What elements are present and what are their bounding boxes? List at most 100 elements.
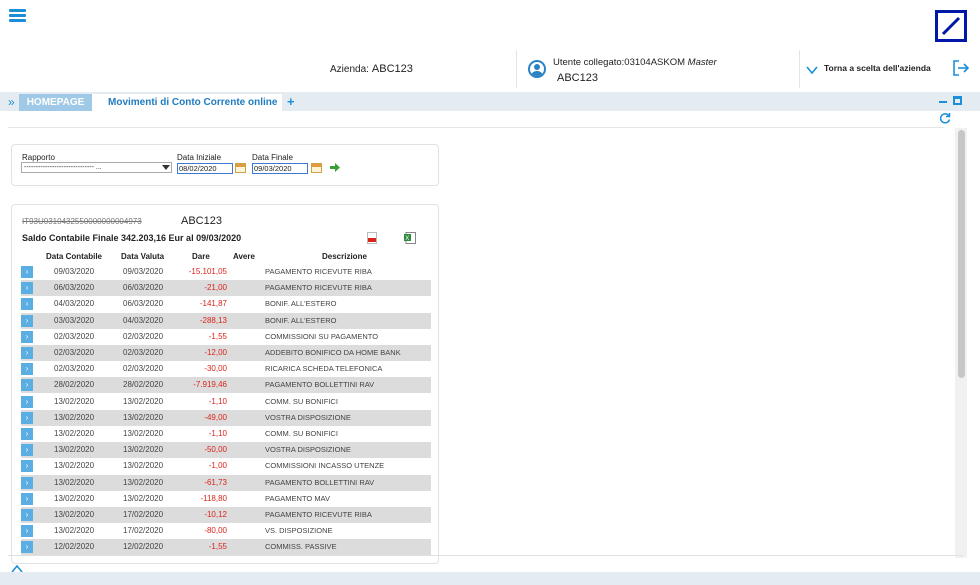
col-header-avere[interactable]: Avere xyxy=(233,252,255,261)
scrollbar-thumb[interactable] xyxy=(958,130,965,378)
dare-cell: -80,00 xyxy=(204,526,227,536)
row-expand-icon[interactable]: › xyxy=(21,266,33,278)
logout-icon[interactable] xyxy=(953,60,970,76)
table-row[interactable]: › 13/02/2020 13/02/2020 -118,80 PAGAMENTO MA… xyxy=(21,491,431,507)
col-header-data-valuta[interactable]: Data Valuta xyxy=(121,252,164,261)
calendar-icon[interactable] xyxy=(235,163,246,173)
azienda-info: Azienda: ABC123 xyxy=(330,63,413,75)
refresh-icon[interactable] xyxy=(939,112,951,126)
dare-cell: -10,12 xyxy=(204,510,227,519)
row-expand-icon[interactable]: › xyxy=(21,379,33,392)
user-avatar-icon xyxy=(528,60,546,78)
row-expand-icon[interactable]: › xyxy=(21,363,33,376)
table-row[interactable]: › 13/02/2020 13/02/2020 -49,00 VOSTRA DISPOS… xyxy=(21,409,431,426)
table-row[interactable]: › 09/03/2020 09/03/2020 -15.101,05 PAGAMENTO… xyxy=(21,264,431,280)
table-row[interactable]: › 13/02/2020 13/02/2020 -61,73 PAGAMENTO BOL… xyxy=(21,474,431,491)
data-contabile-cell: 06/03/2020 xyxy=(54,283,95,293)
row-expand-icon[interactable]: › xyxy=(21,298,33,311)
table-row[interactable]: › 28/02/2020 28/02/2020 -7.919,46 PAGAMENTO … xyxy=(21,377,431,394)
row-expand-icon[interactable]: › xyxy=(21,492,33,505)
table-row[interactable]: › 13/02/2020 13/02/2020 -1,10 COMM. SU BONIF… xyxy=(21,394,431,410)
user-label: Utente collegato:03104ASKOM xyxy=(553,57,686,68)
search-go-icon[interactable] xyxy=(330,163,340,175)
torna-azienda-link[interactable]: Torna a scelta dell'azienda xyxy=(824,63,931,73)
data-valuta-cell: 06/03/2020 xyxy=(123,299,164,309)
data-valuta-cell: 13/02/2020 xyxy=(123,493,164,503)
descrizione-cell: VOSTRA DISPOSIZIONE xyxy=(265,412,351,422)
data-finale-input[interactable]: 09/03/2020 xyxy=(252,163,308,174)
data-contabile-cell: 04/03/2020 xyxy=(54,299,95,309)
header-separator xyxy=(516,50,517,88)
descrizione-cell: PAGAMENTO RICEVUTE RIBA xyxy=(265,283,372,293)
col-header-data-contabile[interactable]: Data Contabile xyxy=(46,252,102,261)
descrizione-cell: COMMISSIONI INCASSO UTENZE xyxy=(265,461,385,471)
table-row[interactable]: › 13/02/2020 17/02/2020 -80,00 VS. DISPOSIZI… xyxy=(21,523,431,539)
descrizione-cell: BONIF. ALL'ESTERO xyxy=(265,299,337,309)
table-row[interactable]: › 13/02/2020 13/02/2020 -1,10 COMM. SU BONIF… xyxy=(21,426,431,442)
data-contabile-cell: 02/03/2020 xyxy=(54,364,95,374)
table-row[interactable]: › 04/03/2020 06/03/2020 -141,87 BONIF. ALL'E… xyxy=(21,296,431,312)
chevron-down-icon[interactable] xyxy=(806,62,818,75)
tab-movimenti[interactable]: Movimenti di Conto Corrente online xyxy=(92,94,282,111)
descrizione-cell: VOSTRA DISPOSIZIONE xyxy=(265,445,351,455)
table-row[interactable]: › 13/02/2020 13/02/2020 -1,00 COMMISSIONI IN… xyxy=(21,458,431,474)
pdf-export-icon[interactable] xyxy=(367,231,377,244)
maximize-icon[interactable] xyxy=(953,96,962,105)
data-valuta-cell: 09/03/2020 xyxy=(123,267,164,276)
dare-cell: -7.919,46 xyxy=(193,380,227,390)
account-name: ABC123 xyxy=(181,215,222,227)
table-row[interactable]: › 06/03/2020 06/03/2020 -21,00 PAGAMENTO RIC… xyxy=(21,280,431,297)
data-valuta-cell: 13/02/2020 xyxy=(123,429,164,438)
table-row[interactable]: › 03/03/2020 04/03/2020 -288,13 BONIF. ALL'E… xyxy=(21,312,431,329)
row-expand-icon[interactable]: › xyxy=(21,330,33,343)
dare-cell: -1,10 xyxy=(208,396,227,406)
row-expand-icon[interactable]: › xyxy=(21,541,33,554)
table-row[interactable]: › 12/02/2020 12/02/2020 -1,55 COMMISS. PASSI… xyxy=(21,539,431,556)
col-header-descrizione[interactable]: Descrizione xyxy=(322,252,367,261)
data-valuta-cell: 17/02/2020 xyxy=(123,510,164,519)
minimize-icon[interactable] xyxy=(939,101,947,103)
dare-cell: -141,87 xyxy=(199,299,227,309)
data-contabile-cell: 13/02/2020 xyxy=(54,445,95,455)
row-expand-icon[interactable]: › xyxy=(21,411,33,424)
row-expand-icon[interactable]: › xyxy=(21,282,33,295)
row-expand-icon[interactable]: › xyxy=(21,460,33,473)
table-row[interactable]: › 02/03/2020 02/03/2020 -30,00 RICARICA SCHE… xyxy=(21,361,431,377)
row-expand-icon[interactable]: › xyxy=(21,395,33,408)
data-valuta-cell: 17/02/2020 xyxy=(123,526,164,536)
data-iniziale-label: Data Iniziale xyxy=(177,153,222,162)
data-contabile-cell: 13/02/2020 xyxy=(54,396,95,406)
row-expand-icon[interactable]: › xyxy=(21,476,33,489)
tab-homepage[interactable]: HOMEPAGE xyxy=(19,94,92,111)
row-expand-icon[interactable]: › xyxy=(21,509,33,521)
saldo-contabile: Saldo Contabile Finale 342.203,16 Eur al… xyxy=(22,233,242,243)
data-contabile-cell: 13/02/2020 xyxy=(54,526,95,536)
hamburger-menu-icon[interactable] xyxy=(9,9,26,23)
rapporto-select[interactable]: ------------------------------ ... xyxy=(21,162,172,173)
expand-sidebar-icon[interactable]: » xyxy=(8,96,15,108)
calendar-icon[interactable] xyxy=(311,163,322,173)
table-row[interactable]: › 13/02/2020 13/02/2020 -50,00 VOSTRA DISPOS… xyxy=(21,442,431,459)
data-valuta-cell: 28/02/2020 xyxy=(123,380,164,390)
dare-cell: -21,00 xyxy=(204,283,227,293)
chevron-up-icon[interactable] xyxy=(11,560,23,573)
row-expand-icon[interactable]: › xyxy=(21,347,33,359)
excel-export-icon[interactable]: X xyxy=(404,231,416,244)
data-contabile-cell: 02/03/2020 xyxy=(54,331,95,341)
dare-cell: -1,55 xyxy=(208,542,227,552)
data-valuta-cell: 02/03/2020 xyxy=(123,348,164,357)
row-expand-icon[interactable]: › xyxy=(21,314,33,327)
data-contabile-cell: 28/02/2020 xyxy=(54,380,95,390)
row-expand-icon[interactable]: › xyxy=(21,525,33,538)
table-row[interactable]: › 02/03/2020 02/03/2020 -1,55 COMMISSIONI SU… xyxy=(21,329,431,345)
row-expand-icon[interactable]: › xyxy=(21,428,33,440)
table-row[interactable]: › 02/03/2020 02/03/2020 -12,00 ADDEBITO BONI… xyxy=(21,345,431,361)
col-header-dare[interactable]: Dare xyxy=(192,252,210,261)
row-expand-icon[interactable]: › xyxy=(21,444,33,457)
data-iniziale-input[interactable]: 08/02/2020 xyxy=(177,163,233,174)
table-row[interactable]: › 13/02/2020 17/02/2020 -10,12 PAGAMENTO RIC… xyxy=(21,507,431,523)
dare-cell: -12,00 xyxy=(204,348,227,357)
data-contabile-cell: 03/03/2020 xyxy=(54,315,95,325)
data-contabile-cell: 13/02/2020 xyxy=(54,477,95,487)
add-tab-button[interactable]: + xyxy=(287,94,295,110)
